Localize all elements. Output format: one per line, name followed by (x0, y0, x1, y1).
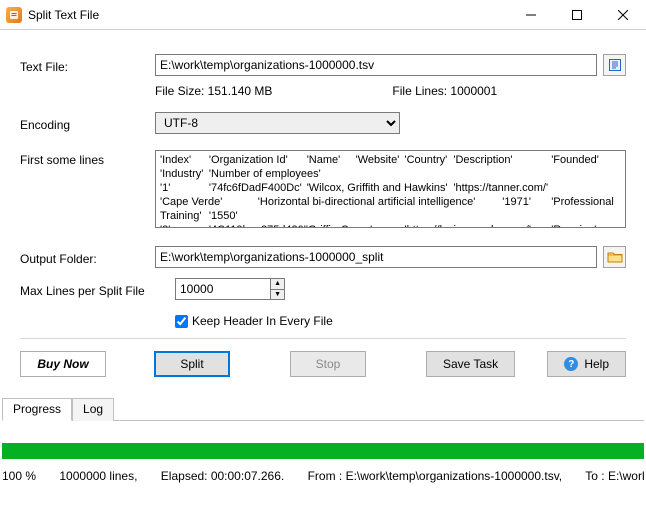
split-button[interactable]: Split (154, 351, 230, 377)
folder-icon (607, 250, 623, 264)
progress-bar-fill (2, 443, 644, 459)
status-lines: 1000000 lines, (59, 469, 137, 483)
encoding-select[interactable]: UTF-8 (155, 112, 400, 134)
close-button[interactable] (600, 0, 646, 30)
action-bar: Buy Now Split Stop Save Task ? Help (20, 351, 626, 389)
browse-text-file-button[interactable] (603, 54, 626, 76)
status-from: From : E:\work\temp\organizations-100000… (308, 469, 563, 483)
titlebar: Split Text File (0, 0, 646, 30)
help-button[interactable]: ? Help (547, 351, 626, 377)
text-file-input[interactable] (155, 54, 597, 76)
tab-bar: Progress Log (2, 397, 644, 421)
file-size-text: File Size: 151.140 MB (155, 84, 272, 98)
encoding-label: Encoding (20, 115, 155, 132)
spin-down-button[interactable]: ▼ (271, 290, 284, 300)
status-line: 100 % 1000000 lines, Elapsed: 00:00:07.2… (2, 469, 644, 483)
tab-progress[interactable]: Progress (2, 398, 72, 421)
document-icon (607, 58, 623, 72)
output-folder-input[interactable] (155, 246, 597, 268)
output-folder-label: Output Folder: (20, 249, 155, 266)
keep-header-label: Keep Header In Every File (192, 314, 333, 328)
preview-label: First some lines (20, 150, 155, 167)
keep-header-checkbox[interactable] (175, 315, 188, 328)
max-lines-spinner[interactable]: ▲ ▼ (175, 278, 285, 300)
main-content: Text File: File Size: 151.140 MB File Li… (0, 30, 646, 397)
status-to: To : E:\work\temp\organiza (585, 469, 644, 483)
window-title: Split Text File (28, 8, 99, 22)
buy-now-button[interactable]: Buy Now (20, 351, 106, 377)
max-lines-label: Max Lines per Split File (20, 281, 175, 298)
status-percent: 100 % (2, 469, 36, 483)
close-icon (618, 10, 628, 20)
progress-bar (2, 443, 644, 459)
text-file-label: Text File: (20, 57, 155, 74)
browse-output-folder-button[interactable] (603, 246, 626, 268)
tab-log[interactable]: Log (72, 398, 114, 421)
help-icon: ? (564, 357, 578, 371)
separator (20, 338, 626, 339)
minimize-icon (526, 10, 536, 20)
file-info: File Size: 151.140 MB File Lines: 100000… (155, 84, 497, 98)
maximize-button[interactable] (554, 0, 600, 30)
minimize-button[interactable] (508, 0, 554, 30)
maximize-icon (572, 10, 582, 20)
progress-panel: 100 % 1000000 lines, Elapsed: 00:00:07.2… (0, 421, 646, 483)
preview-textarea[interactable] (155, 150, 626, 228)
status-elapsed: Elapsed: 00:00:07.266. (161, 469, 284, 483)
save-task-button[interactable]: Save Task (426, 351, 515, 377)
spin-up-button[interactable]: ▲ (271, 279, 284, 290)
app-icon (6, 7, 22, 23)
stop-button[interactable]: Stop (290, 351, 366, 377)
max-lines-input[interactable] (176, 279, 270, 299)
file-lines-text: File Lines: 1000001 (392, 84, 497, 98)
